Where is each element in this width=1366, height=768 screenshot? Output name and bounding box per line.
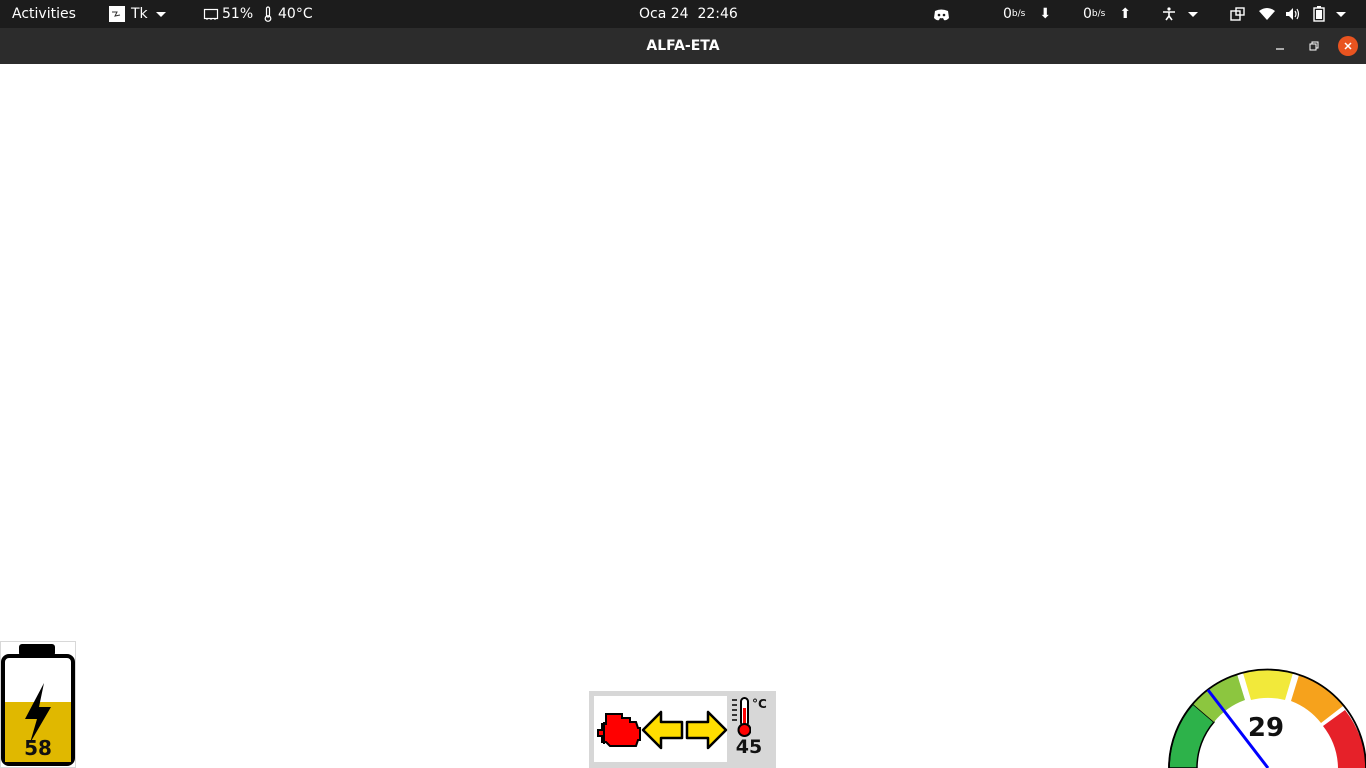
temperature-icon (732, 697, 751, 737)
close-icon (1344, 42, 1352, 50)
close-button[interactable] (1338, 36, 1358, 56)
system-temperature: 40°C (278, 6, 313, 22)
minimize-button[interactable] (1270, 36, 1290, 56)
speed-value: 29 (1247, 713, 1285, 743)
top-bar: Activities Tk 51% 40°C Oca 24 22:46 0 b/… (0, 0, 1366, 28)
accessibility-menu[interactable] (1162, 0, 1198, 28)
cpu-indicator[interactable]: 51% (203, 0, 253, 28)
chevron-down-icon (1188, 11, 1198, 17)
gauge-segment-red (1323, 710, 1366, 768)
net-upload-value: 0 (1083, 6, 1092, 22)
cpu-usage: 51% (222, 6, 254, 22)
tk-app-icon (109, 6, 125, 22)
temperature-indicator[interactable]: 40°C (263, 0, 313, 28)
chevron-down-icon (155, 11, 166, 17)
chevron-down-icon (1336, 11, 1346, 17)
left-turn-signal-icon (641, 710, 684, 750)
arrow-down-icon: ⬇ (1039, 6, 1052, 22)
maximize-button[interactable] (1304, 36, 1324, 56)
restore-icon (1309, 41, 1319, 51)
system-tray[interactable] (1230, 0, 1346, 28)
activities-button[interactable]: Activities (12, 0, 76, 28)
app-menu-label: Tk (131, 6, 148, 22)
net-upload-unit: b/s (1091, 9, 1106, 19)
wifi-icon (1259, 8, 1275, 20)
net-download-speed[interactable]: 0 b/s ⬇ (1003, 0, 1051, 28)
thermometer-icon (264, 6, 272, 22)
right-turn-signal-icon (685, 710, 728, 750)
cpu-icon (203, 8, 219, 20)
discord-tray[interactable] (933, 0, 950, 28)
battery-value: 58 (24, 736, 52, 760)
net-download-value: 0 (1003, 6, 1012, 22)
datetime-label: Oca 24 22:46 (639, 6, 738, 22)
temperature-unit: °C (752, 697, 767, 711)
accessibility-icon (1163, 7, 1175, 21)
gauge-segment-yellow (1243, 669, 1293, 700)
battery-icon (1313, 6, 1325, 22)
arrow-up-icon: ⬆ (1119, 6, 1132, 22)
window-titlebar[interactable]: ALFA-ETA (0, 28, 1366, 64)
check-engine-icon (597, 713, 641, 747)
clock[interactable]: Oca 24 22:46 (639, 0, 738, 28)
minimize-icon (1276, 48, 1284, 50)
net-download-unit: b/s (1011, 9, 1026, 19)
activities-label: Activities (12, 6, 76, 22)
app-menu[interactable]: Tk (109, 0, 166, 28)
engine-temperature-value: 45 (735, 736, 763, 758)
discord-icon (934, 9, 949, 20)
volume-icon (1286, 8, 1300, 20)
net-upload-speed[interactable]: 0 b/s ⬆ (1083, 0, 1131, 28)
screen-rotation-icon (1230, 7, 1245, 21)
window-title: ALFA-ETA (646, 38, 720, 54)
